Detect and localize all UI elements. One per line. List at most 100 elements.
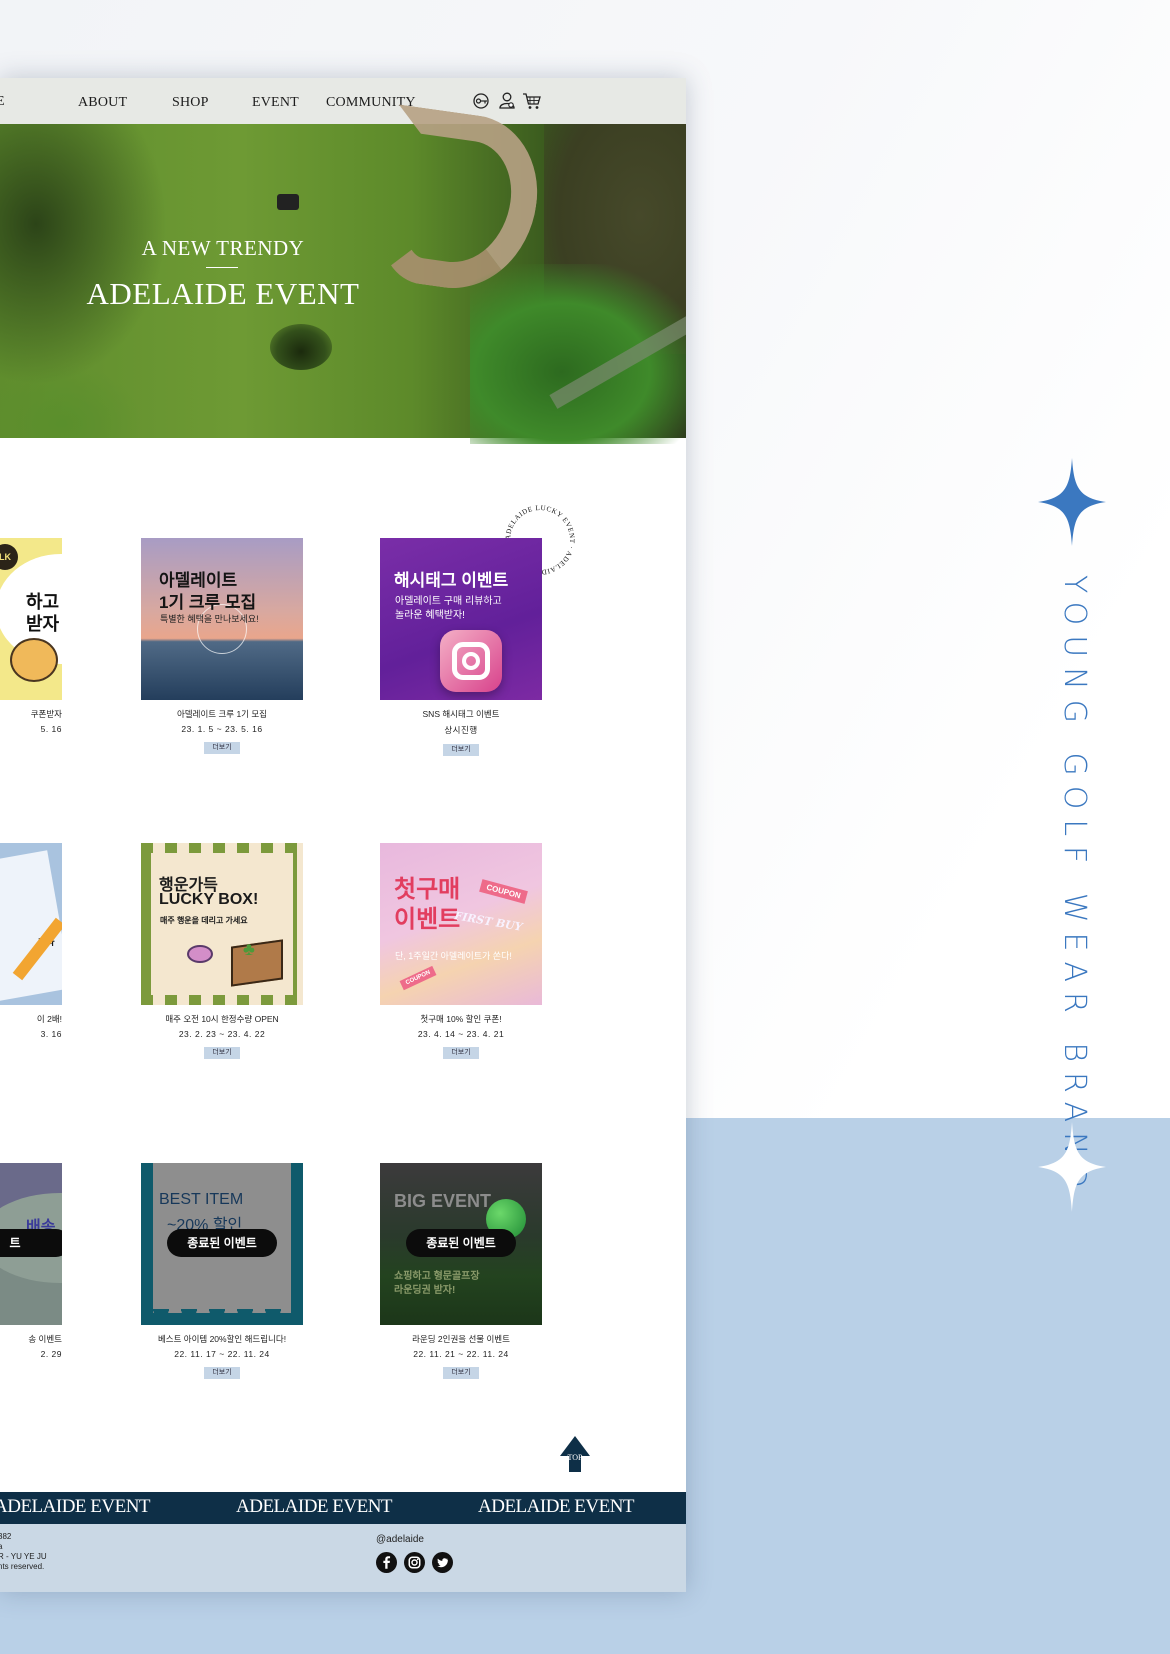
event-date: 23. 1. 5 ~ 23. 5. 16 (181, 724, 263, 734)
event-card[interactable]: 아델레이트 1기 크루 모집 특별한 혜택을 만나보세요! 아델레이트 크루 1… (141, 538, 303, 754)
brand-tagline-vertical: YOUNG GOLF WEAR BRAND (1057, 575, 1092, 1198)
ended-event-badge: 종료된 이벤트 (406, 1229, 516, 1257)
more-button[interactable]: 더보기 (204, 1047, 240, 1059)
thumb-line: LUCKY BOX! (159, 891, 259, 908)
thumb-line: 받자 (26, 614, 60, 634)
thumb-line: BEST ITEM (159, 1191, 244, 1208)
scroll-top-button[interactable]: TOP (560, 1436, 590, 1472)
event-card[interactable]: 첫구매 이벤트 COUPON FIRST BUY 단, 1주일간 아델레이트가 … (380, 843, 542, 1059)
nav-shop[interactable]: SHOP (172, 95, 209, 111)
footer-company-info: 382 a R - YU YE JU nts reserved. (0, 1532, 47, 1572)
ended-event-badge: 종료된 이벤트 (167, 1229, 277, 1257)
event-name: 송 이벤트 (28, 1334, 62, 1344)
cart-icon[interactable] (522, 91, 542, 111)
nav-event[interactable]: EVENT (252, 95, 299, 111)
instagram-3d-icon (440, 630, 502, 692)
hero-subtitle: A NEW TRENDY (141, 236, 305, 260)
event-thumbnail[interactable]: 첫구매 이벤트 COUPON FIRST BUY 단, 1주일간 아델레이트가 … (380, 843, 542, 1005)
event-card[interactable]: 배송 트 송 이벤트 2. 29 (0, 1163, 62, 1359)
event-card[interactable]: BEST ITEM ~20% 할인 종료된 이벤트 베스트 아이템 20%할인 … (141, 1163, 303, 1379)
hero-bunker-hole (270, 324, 332, 370)
footer-info-line: nts reserved. (0, 1562, 45, 1571)
event-name: 라운딩 2인권을 선물 이벤트 (412, 1334, 510, 1344)
hero-divider (206, 267, 238, 268)
event-thumbnail[interactable]: 행운가득 LUCKY BOX! 매주 행운을 데리고 가세요 ♣ (141, 843, 303, 1005)
event-card[interactable]: BIG EVENT 쇼핑하고 형문골프장 라운딩권 받자! 종료된 이벤트 라운… (380, 1163, 542, 1379)
footer-info-line: a (0, 1542, 3, 1551)
key-icon[interactable] (472, 91, 492, 111)
thumb-line: 특별한 혜택을 만나보세요! (160, 614, 259, 624)
footer-info-line: R - YU YE JU (0, 1552, 47, 1561)
event-date: 22. 11. 17 ~ 22. 11. 24 (174, 1349, 270, 1359)
clover-icon: ♣ (243, 939, 255, 959)
nav-logo-cut[interactable]: E (0, 94, 5, 110)
event-card[interactable]: 행운가득 LUCKY BOX! 매주 행운을 데리고 가세요 ♣ 매주 오전 1… (141, 843, 303, 1059)
event-date: 3. 16 (40, 1029, 62, 1039)
event-name: SNS 해시태그 이벤트 (422, 709, 500, 719)
event-thumbnail[interactable]: BIG EVENT 쇼핑하고 형문골프장 라운딩권 받자! 종료된 이벤트 (380, 1163, 542, 1325)
event-date: 5. 16 (40, 724, 62, 734)
top-label: TOP (568, 1453, 584, 1462)
blue-sparkle-icon (1038, 458, 1106, 546)
event-card[interactable]: LK 하고 받자 쿠폰받자 5. 16 (0, 538, 62, 734)
marquee-text: ADELAIDE EVENT (236, 1496, 393, 1517)
thumb-line: 단, 1주일간 아델레이트가 쏜다! (395, 951, 512, 961)
marquee-text: ADELAIDE EVENT (478, 1496, 635, 1517)
planet-illustration (187, 945, 213, 963)
thumb-line: 놀라운 혜택받자! (395, 610, 465, 621)
hero-title: ADELAIDE EVENT (86, 276, 360, 311)
event-thumbnail[interactable]: 배송 트 (0, 1163, 62, 1325)
twitter-icon[interactable] (432, 1552, 453, 1573)
thumb-line: BIG EVENT (394, 1191, 492, 1211)
website-mockup: E ABOUT SHOP EVENT COMMUNITY A NEW TREND… (0, 78, 686, 1592)
more-button[interactable]: 더보기 (204, 742, 240, 754)
event-name: 첫구매 10% 할인 쿠폰! (420, 1014, 502, 1024)
event-date: 2. 29 (40, 1349, 62, 1359)
event-name: 아델레이트 크루 1기 모집 (176, 709, 267, 719)
event-date: 상시진행 (444, 725, 478, 735)
event-thumbnail[interactable]: BEST ITEM ~20% 할인 종료된 이벤트 (141, 1163, 303, 1325)
event-name: 베스트 아이템 20%할인 해드립니다! (157, 1334, 287, 1344)
coupon-tag: COUPON (399, 965, 437, 991)
hero-banner: A NEW TRENDY ADELAIDE EVENT (0, 104, 686, 444)
thumb-line: 1기 크루 모집 (159, 593, 257, 612)
more-button[interactable]: 더보기 (443, 1047, 479, 1059)
thumb-line: 매주 행운을 데리고 가세요 (160, 916, 248, 925)
event-marquee-band: ADELAIDE EVENT ADELAIDE EVENT ADELAIDE E… (0, 1492, 686, 1524)
thumb-line: 라운딩권 받자! (394, 1285, 456, 1296)
more-button[interactable]: 더보기 (443, 1367, 479, 1379)
footer: 382 a R - YU YE JU nts reserved. @adelai… (0, 1524, 686, 1592)
event-card[interactable]: 가자 이 2배! 3. 16 (0, 843, 62, 1039)
event-date: 23. 2. 23 ~ 23. 4. 22 (178, 1029, 266, 1039)
kakao-badge: LK (0, 544, 18, 570)
character-illustration (10, 638, 58, 682)
event-date: 23. 4. 14 ~ 23. 4. 21 (417, 1029, 505, 1039)
coupon-tag: COUPON (479, 879, 529, 904)
more-button[interactable]: 더보기 (443, 744, 479, 756)
nav-about[interactable]: ABOUT (78, 95, 127, 111)
event-thumbnail[interactable]: 아델레이트 1기 크루 모집 특별한 혜택을 만나보세요! (141, 538, 303, 700)
user-icon[interactable] (497, 91, 517, 111)
thumb-line: 쇼핑하고 형문골프장 (394, 1271, 480, 1282)
thumb-line: FIRST BUY (453, 909, 524, 934)
ended-event-badge: 트 (0, 1229, 62, 1257)
facebook-icon[interactable] (376, 1552, 397, 1573)
thumb-line: 이벤트 (394, 906, 461, 933)
event-name: 이 2배! (36, 1014, 62, 1024)
marquee-text: ADELAIDE EVENT (0, 1496, 151, 1517)
event-name: 매주 오전 10시 한정수량 OPEN (165, 1014, 279, 1024)
event-card[interactable]: 해시태그 이벤트 아델레이트 구매 리뷰하고 놀라운 혜택받자! SNS 해시태… (380, 538, 542, 756)
footer-info-line: 382 (0, 1532, 12, 1541)
event-thumbnail[interactable]: 가자 (0, 843, 62, 1005)
thumb-line: 해시태그 이벤트 (394, 571, 509, 590)
lucky-box-illustration (231, 939, 283, 987)
event-name: 쿠폰받자 (30, 709, 62, 719)
hero-trees (470, 264, 686, 444)
event-thumbnail[interactable]: LK 하고 받자 (0, 538, 62, 700)
hero-golf-cart (277, 194, 299, 210)
more-button[interactable]: 더보기 (204, 1367, 240, 1379)
event-thumbnail[interactable]: 해시태그 이벤트 아델레이트 구매 리뷰하고 놀라운 혜택받자! (380, 538, 542, 700)
instagram-icon[interactable] (404, 1552, 425, 1573)
social-handle: @adelaide (376, 1534, 424, 1545)
thumb-line: 아델레이트 구매 리뷰하고 (395, 596, 502, 607)
